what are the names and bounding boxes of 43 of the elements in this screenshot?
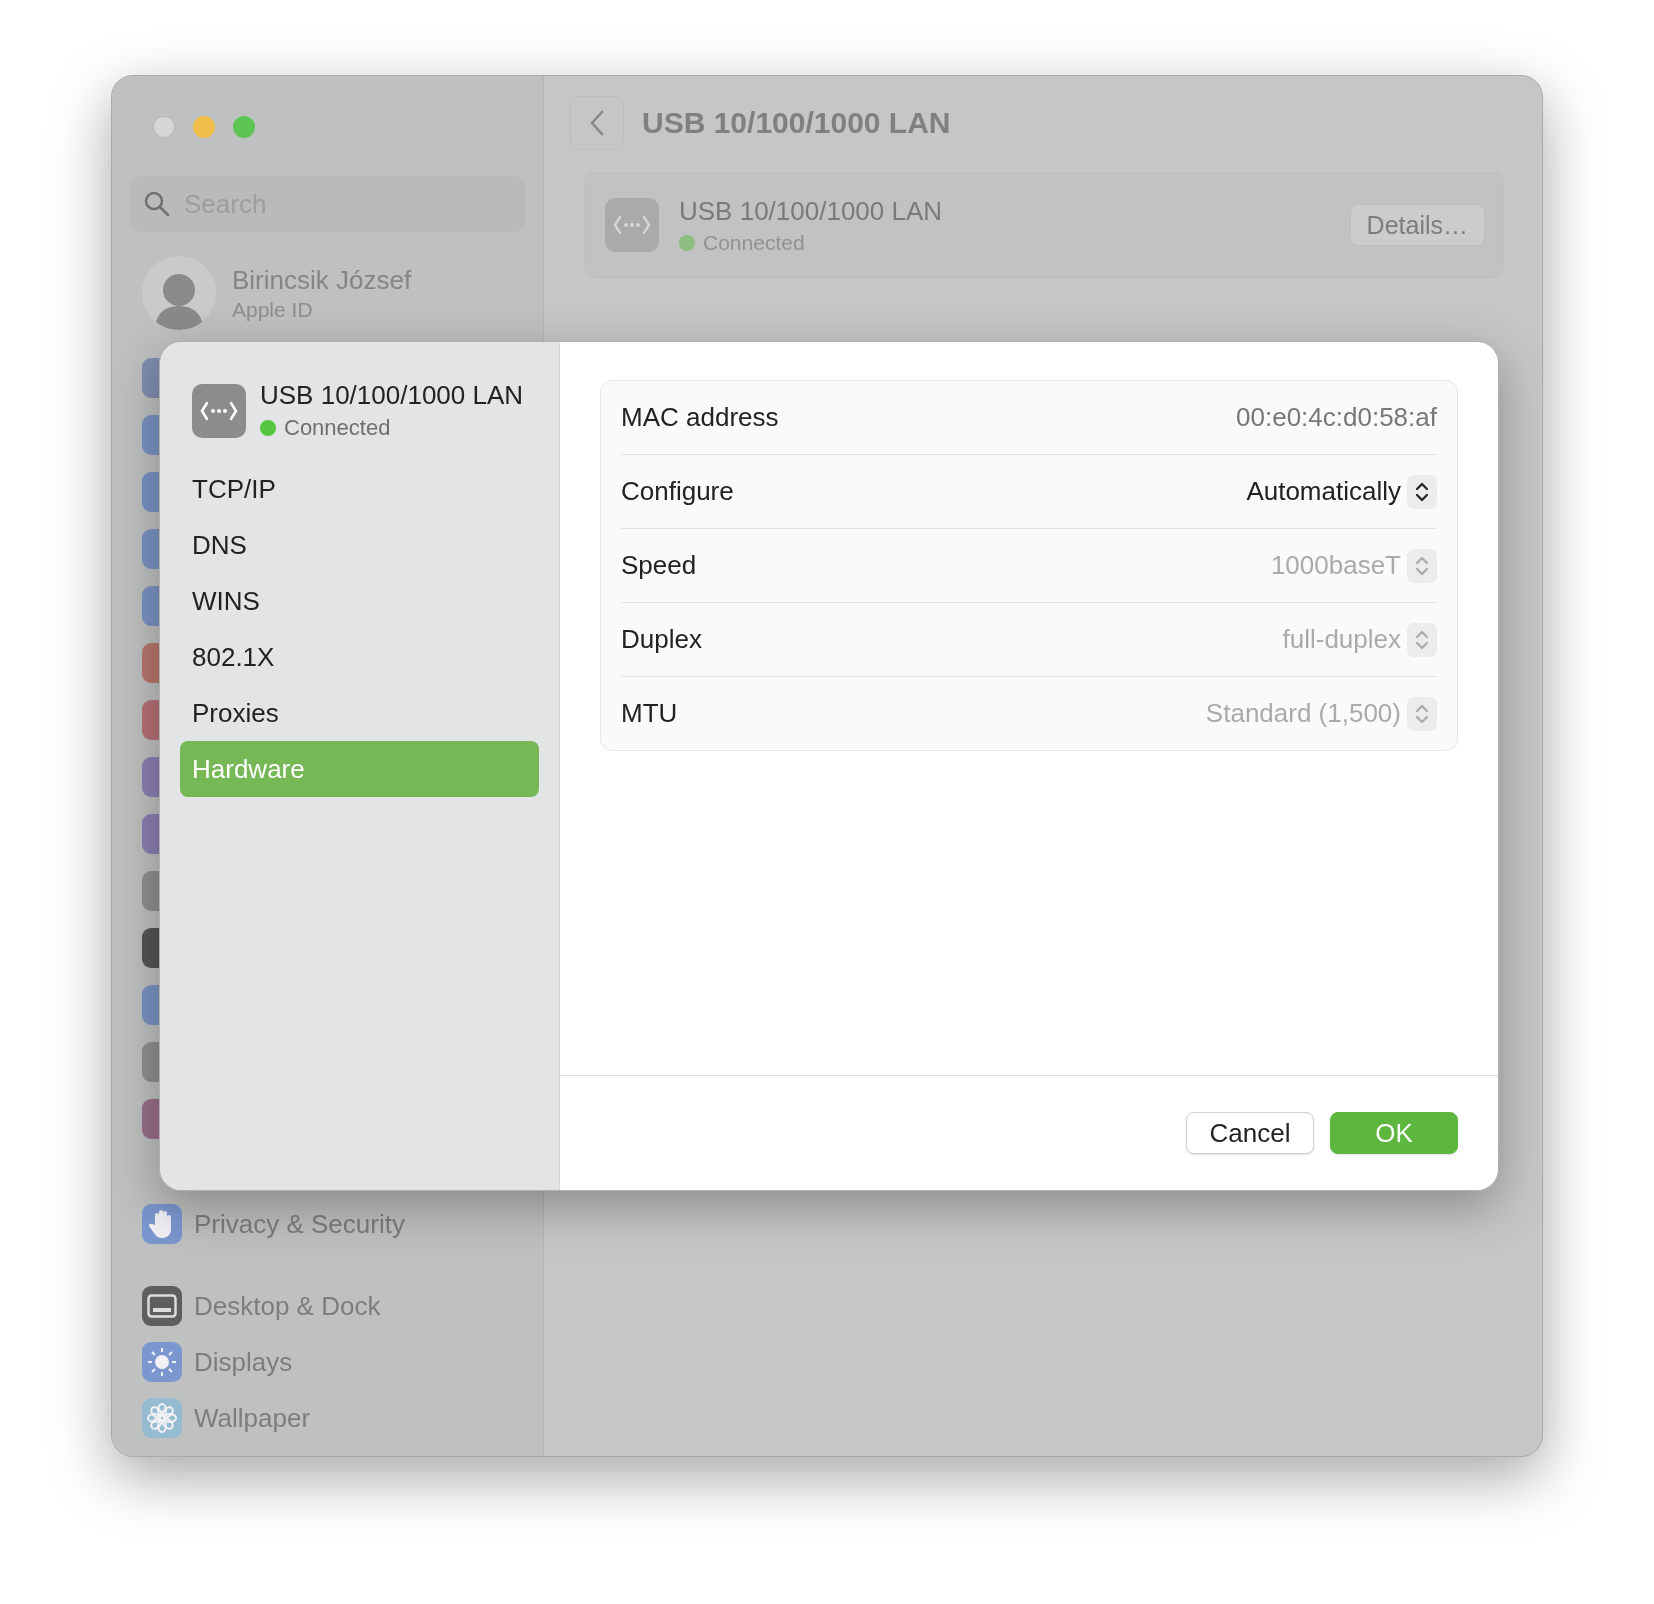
nav-item[interactable]: WINS [180, 573, 539, 629]
popup-button[interactable]: Automatically [1246, 474, 1437, 509]
row-label: MTU [621, 698, 678, 729]
ok-button[interactable]: OK [1330, 1112, 1458, 1154]
nav-item[interactable]: TCP/IP [180, 461, 539, 517]
sidebar-item[interactable]: Privacy & Security [194, 1208, 405, 1240]
stepper-icon [1407, 548, 1437, 583]
status-dot [679, 234, 695, 251]
desktop-icon [142, 1286, 182, 1326]
row-label: MAC address [621, 402, 779, 433]
zoom-button[interactable] [233, 116, 255, 138]
sidebar-item[interactable]: Desktop & Dock [194, 1290, 381, 1322]
hand-icon [142, 1204, 182, 1244]
nav-item[interactable]: Proxies [180, 685, 539, 741]
device-name: USB 10/100/1000 LAN [260, 380, 524, 411]
stepper-icon [1407, 696, 1437, 731]
sidebar-item[interactable]: Displays [194, 1346, 293, 1378]
cancel-button[interactable]: Cancel [1186, 1112, 1314, 1154]
page-title: USB 10/100/1000 LAN [642, 106, 951, 140]
nav-item[interactable]: 802.1X [180, 629, 539, 685]
sun-icon [142, 1342, 182, 1382]
chevron-left-icon [589, 109, 605, 137]
nav-item[interactable]: DNS [180, 517, 539, 573]
nav-item[interactable]: Hardware [180, 741, 539, 797]
status-dot [260, 420, 276, 436]
sidebar-item[interactable]: Wallpaper [194, 1402, 311, 1434]
network-icon [192, 383, 246, 438]
stepper-icon [1407, 474, 1437, 509]
row-label: Configure [621, 476, 734, 507]
network-icon [605, 198, 659, 252]
details-button[interactable]: Details… [1349, 204, 1485, 246]
close-button[interactable] [153, 116, 175, 138]
flower-icon [142, 1398, 182, 1438]
row-label: Duplex [621, 624, 702, 655]
back-button[interactable] [570, 96, 624, 150]
minimize-button[interactable] [193, 116, 215, 138]
search-icon [144, 191, 170, 217]
service-name: USB 10/100/1000 LAN [679, 195, 943, 227]
account-name: Birincsik József [232, 264, 412, 296]
row-value: 00:e0:4c:d0:58:af [1236, 402, 1437, 433]
row-label: Speed [621, 550, 697, 581]
device-status: Connected [284, 415, 391, 441]
stepper-icon [1407, 622, 1437, 657]
